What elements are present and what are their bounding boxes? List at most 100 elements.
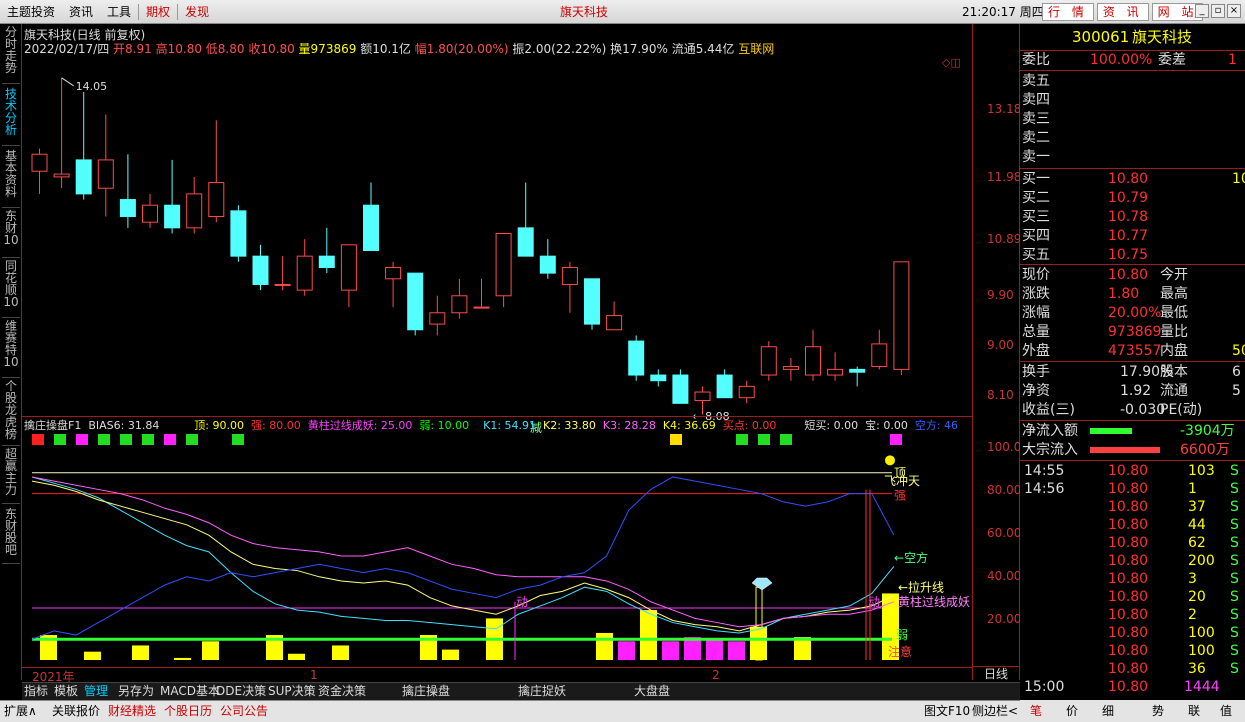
indicator-tick: 100.0	[987, 440, 1022, 454]
stat-label: 股本	[1160, 364, 1188, 380]
tab-template[interactable]: 模板	[54, 683, 78, 700]
signal-square	[758, 434, 770, 445]
candle-body	[296, 255, 313, 291]
tick-price: 10.80	[1108, 517, 1149, 533]
tab-guba[interactable]: 东财股吧	[2, 508, 20, 564]
gem-icon	[751, 577, 773, 591]
stat-label: PE(动)	[1160, 402, 1203, 418]
weicha-label: 委差	[1158, 52, 1186, 68]
tab-technical[interactable]: 技术分析	[2, 88, 20, 146]
tab-macd[interactable]: MACD基本	[160, 683, 220, 700]
tab-dde[interactable]: DDE决策	[216, 683, 266, 700]
close-icon[interactable]: ×	[1227, 4, 1241, 18]
tab-dapan[interactable]: 大盘盘	[634, 683, 670, 700]
tick-time: 14:56	[1024, 481, 1065, 497]
indicator-name[interactable]: 擒庄操盘F1	[24, 419, 81, 432]
candle-body	[716, 374, 733, 399]
tab-dragon-tiger[interactable]: 个股龙虎榜	[2, 380, 20, 446]
indicator-tick: 20.00	[987, 612, 1022, 626]
status-announce[interactable]: 公司公告	[220, 703, 268, 720]
label-feichongtian: 飞冲天	[884, 473, 920, 488]
menu-item-options[interactable]: 期权	[139, 1, 177, 23]
candle-body	[75, 159, 92, 195]
tab-qinzhuang[interactable]: 擒庄操盘	[402, 683, 450, 700]
kong-value: 空方: 46	[914, 419, 959, 432]
status-sidebar[interactable]: 侧边栏<	[972, 703, 1018, 720]
status-finance[interactable]: 财经精选	[108, 703, 156, 720]
candle-body	[517, 227, 534, 257]
price-tick: 13.18	[987, 102, 1022, 116]
indicator-tick: 40.00	[987, 569, 1022, 583]
signal-square	[186, 434, 198, 445]
tab-tonghuashun[interactable]: 同花顺10	[2, 260, 20, 318]
quote-tab[interactable]: 联	[1188, 702, 1200, 719]
window-title: 旗天科技	[560, 5, 609, 19]
quote-tab[interactable]: 细	[1102, 702, 1114, 719]
signal-bar	[132, 645, 149, 660]
nav-quotes-button[interactable]: 行 情	[1042, 3, 1094, 21]
stat-row: 净资 1.92 流通 5	[1020, 382, 1245, 401]
tab-intraday[interactable]: 分时走势	[2, 26, 20, 84]
tab-fund[interactable]: 资金决策	[318, 683, 366, 700]
tick-price: 10.80	[1108, 571, 1149, 587]
tick-side: S	[1230, 535, 1239, 551]
status-f10[interactable]: 图文F10	[924, 703, 970, 720]
minimize-icon[interactable]: _	[1195, 4, 1209, 18]
tick-side: S	[1230, 499, 1239, 515]
tick-row: 10.80 20 S	[1020, 588, 1245, 607]
quote-tab[interactable]: 价	[1066, 702, 1078, 719]
signal-square	[54, 434, 66, 445]
candle-body	[672, 374, 689, 404]
tab-zhuoyao[interactable]: 擒庄捉妖	[518, 683, 566, 700]
signal-square	[142, 434, 154, 445]
candle-body	[760, 346, 777, 376]
sell-label: 卖二	[1022, 130, 1050, 146]
stat-label: 净资	[1022, 383, 1050, 399]
tab-weisaite[interactable]: 维赛特10	[2, 320, 20, 378]
stat-row: 换手 17.90% 股本 6	[1020, 363, 1245, 382]
label-zhuyi: 注意	[888, 644, 912, 659]
stat-label: 量比	[1160, 324, 1188, 340]
sell-label: 卖四	[1022, 92, 1050, 108]
signal-bar	[618, 641, 635, 660]
flow-value: -3904万	[1180, 423, 1235, 439]
quote-tab[interactable]: 值	[1220, 702, 1232, 719]
stat-row: 外盘 473557内盘 50	[1020, 342, 1245, 361]
tick-row: 10.80 200 S	[1020, 552, 1245, 571]
restore-icon[interactable]: ▫	[1211, 4, 1225, 18]
divider	[1020, 460, 1245, 461]
tab-save-as[interactable]: 另存为	[118, 683, 154, 700]
signal-square	[670, 434, 682, 445]
nav-news-button[interactable]: 资 讯	[1096, 3, 1149, 21]
kong-line	[31, 476, 895, 640]
tab-fundamental[interactable]: 基本资料	[2, 150, 20, 208]
chart-area[interactable]: 旗天科技(日线 前复权) 2022/02/17/四 开8.91 高10.80 低…	[22, 24, 972, 684]
tab-manage[interactable]: 管理	[84, 683, 108, 700]
tick-volume: 1444	[1184, 679, 1220, 695]
tab-eastmoney[interactable]: 东财10	[2, 210, 20, 258]
status-calendar[interactable]: 个股日历	[164, 703, 212, 720]
status-related[interactable]: 关联报价	[52, 703, 100, 720]
tick-side: S	[1230, 571, 1239, 587]
buy-label: 买二	[1022, 190, 1050, 206]
price-tick: 11.98	[987, 170, 1022, 184]
stock-code: 300061	[1072, 28, 1130, 46]
stock-name: 旗天科技	[1132, 28, 1193, 46]
menu-item-theme[interactable]: 主题投资	[0, 1, 62, 23]
tab-super-main[interactable]: 超赢主力	[2, 448, 20, 504]
tab-indicator[interactable]: 指标	[24, 683, 48, 700]
quote-tab[interactable]: 势	[1152, 702, 1164, 719]
period-label[interactable]: 日线	[973, 666, 1019, 681]
menu-item-discover[interactable]: 发现	[178, 1, 216, 23]
divider	[1020, 361, 1245, 362]
menu-item-tools[interactable]: 工具	[100, 1, 138, 23]
k1-value: K1: 54.91	[483, 419, 537, 432]
quote-tab[interactable]: 笔	[1030, 702, 1042, 719]
candle-body	[31, 153, 48, 172]
menu-item-news[interactable]: 资讯	[62, 1, 100, 23]
buy-volume: 10	[1232, 171, 1245, 187]
tab-sup[interactable]: SUP决策	[268, 683, 316, 700]
tick-volume: 3	[1188, 571, 1197, 587]
buy-row: 买二 10.79	[1020, 189, 1245, 208]
status-expand[interactable]: 扩展∧	[4, 703, 37, 720]
